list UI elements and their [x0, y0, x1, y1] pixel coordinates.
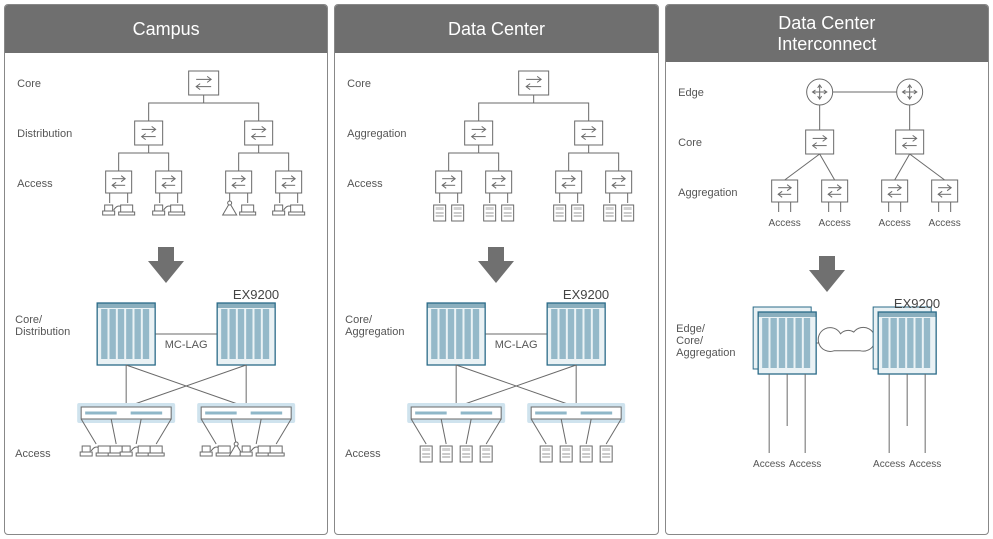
network-tree: Edge Core Aggregation Access Access Access Acc…	[672, 72, 982, 252]
product-label: EX9200	[563, 289, 609, 302]
svg-text:Edge/: Edge/	[676, 323, 706, 335]
collapsed-architecture: Core/Aggregation MC-LAG EX9200 Access	[341, 289, 651, 494]
svg-text:Core/: Core/	[676, 335, 704, 347]
product-label: EX9200	[894, 298, 940, 311]
tier-label: Access	[17, 178, 53, 190]
panel-header: Campus	[5, 5, 327, 53]
svg-text:Access: Access	[753, 459, 785, 470]
panel-body: Edge Core Aggregation Access Access Access Acc…	[666, 62, 988, 534]
panel-data-center-interconnect: Data Center Interconnect Edge Core Aggregat…	[665, 4, 989, 535]
svg-text:Core/: Core/	[345, 314, 373, 326]
panel-data-center: Data CenterCoreAggregationAccessCore/Agg…	[334, 4, 658, 535]
panel-header: Data Center	[335, 5, 657, 53]
arrow-down-icon	[807, 256, 847, 292]
tier-label: Core	[347, 78, 371, 90]
svg-text:Access: Access	[878, 218, 910, 229]
panel-body: Core Aggregation Access Core/Aggregation MC-…	[335, 53, 657, 534]
svg-text:Access: Access	[909, 459, 941, 470]
tier-label: Core	[17, 78, 41, 90]
svg-text:Core/: Core/	[15, 314, 43, 326]
tier-label: Distribution	[17, 128, 72, 140]
tier-label: Core	[678, 137, 702, 149]
svg-text:Access: Access	[15, 448, 51, 460]
svg-text:Access: Access	[818, 218, 850, 229]
svg-text:Access: Access	[928, 218, 960, 229]
collapsed-architecture: Core/Distribution MC-LAG EX9200 Access	[11, 289, 321, 494]
svg-text:Access: Access	[873, 459, 905, 470]
svg-text:MC-LAG: MC-LAG	[165, 339, 208, 351]
network-tree: Core Distribution Access	[11, 63, 321, 243]
arrow-down-icon	[146, 247, 186, 283]
tier-label: Access	[347, 178, 383, 190]
svg-text:Access: Access	[789, 459, 821, 470]
svg-text:Access: Access	[345, 448, 381, 460]
svg-text:Distribution: Distribution	[15, 326, 70, 338]
tier-label: Aggregation	[347, 128, 406, 140]
svg-text:MC-LAG: MC-LAG	[495, 339, 538, 351]
network-tree: Core Aggregation Access	[341, 63, 651, 243]
arrow-down-icon	[476, 247, 516, 283]
svg-text:Aggregation: Aggregation	[676, 347, 735, 359]
svg-text:Aggregation: Aggregation	[345, 326, 404, 338]
panel-header: Data Center Interconnect	[666, 5, 988, 62]
panel-campus: CampusCoreDistributionAccessCore/Distrib…	[4, 4, 328, 535]
tier-label: Aggregation	[678, 187, 737, 199]
product-label: EX9200	[233, 289, 279, 302]
tier-label: Edge	[678, 87, 704, 99]
svg-text:Access: Access	[768, 218, 800, 229]
collapsed-architecture: Edge/Core/Aggregation EX9200 Access Access A…	[672, 298, 982, 503]
panel-body: Core Distribution Access Core/Distribution M…	[5, 53, 327, 534]
